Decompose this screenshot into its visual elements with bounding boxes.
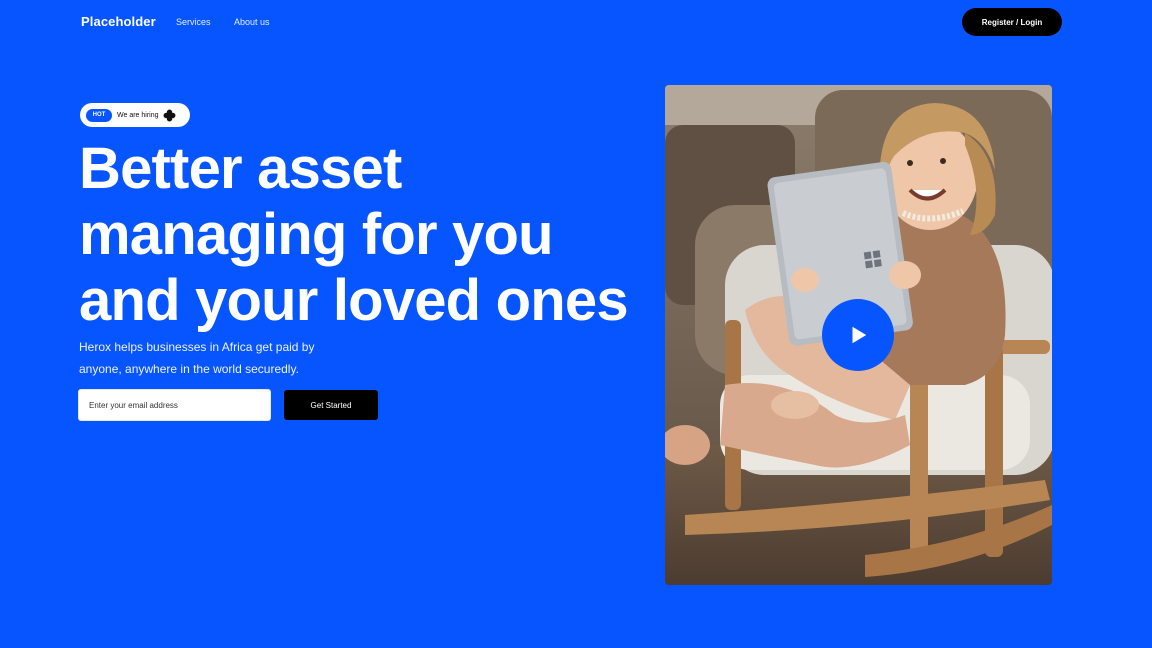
landing-page: Placeholder Services About us Register /… <box>0 0 1152 648</box>
subtext-line-2: anyone, anywhere in the world securedly. <box>79 362 299 376</box>
logo[interactable]: Placeholder <box>81 14 156 29</box>
headline-line-3: and your loved ones <box>79 268 629 333</box>
hot-tag: HOT <box>86 108 112 122</box>
nav-link-about-us[interactable]: About us <box>234 17 270 27</box>
email-input[interactable] <box>78 389 271 421</box>
hiring-text: We are hiring <box>117 111 159 119</box>
play-icon <box>852 326 867 344</box>
hiring-badge[interactable]: HOT We are hiring <box>80 103 190 127</box>
hero-subtext: Herox helps businesses in Africa get pai… <box>79 336 379 380</box>
get-started-button[interactable]: Get Started <box>284 390 378 420</box>
subtext-line-1: Herox helps businesses in Africa get pai… <box>79 340 315 354</box>
headline-line-2: managing for you <box>79 202 554 267</box>
play-video-button[interactable] <box>822 299 894 371</box>
nav-link-services[interactable]: Services <box>176 17 211 27</box>
hero-headline: Better asset managing for you and your l… <box>79 136 649 334</box>
register-login-button[interactable]: Register / Login <box>962 8 1062 36</box>
flower-icon <box>163 109 176 122</box>
headline-line-1: Better asset <box>79 136 402 201</box>
